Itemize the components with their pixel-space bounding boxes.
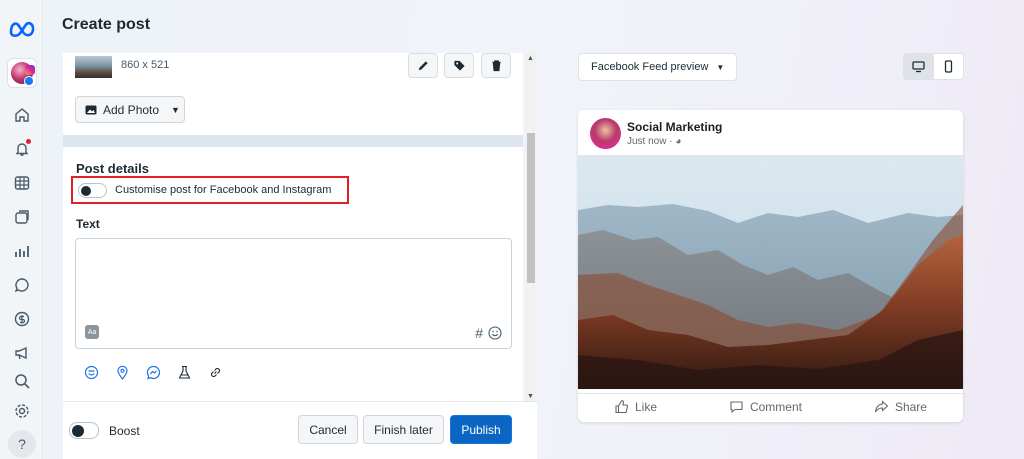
- thumbs-up-icon: [615, 400, 629, 414]
- ads-megaphone-icon[interactable]: [12, 343, 32, 363]
- monetization-dollar-icon[interactable]: [12, 309, 32, 329]
- post-editor: 860 x 521 Add Photo ▼ Post details Custo…: [63, 53, 537, 459]
- inbox-chat-icon[interactable]: [12, 275, 32, 295]
- share-button[interactable]: Share: [874, 399, 927, 414]
- trash-icon: [491, 60, 501, 72]
- toggle-knob: [72, 425, 84, 437]
- location-pin-icon[interactable]: [114, 364, 131, 381]
- device-toggle: [903, 53, 964, 80]
- settings-gear-icon[interactable]: [12, 401, 32, 421]
- media-card: 860 x 521 Add Photo ▼: [63, 53, 523, 135]
- post-tools: [83, 364, 224, 381]
- post-actions-bar: Like Comment Share: [578, 393, 963, 419]
- messenger-icon[interactable]: [145, 364, 162, 381]
- add-photo-button[interactable]: Add Photo ▼: [75, 96, 185, 123]
- feeling-icon[interactable]: [83, 364, 100, 381]
- caret-down-icon: ▼: [171, 104, 180, 115]
- scroll-up-icon[interactable]: ▲: [527, 55, 534, 62]
- publish-button[interactable]: Publish: [450, 415, 512, 444]
- notification-dot: [26, 139, 31, 144]
- publish-label: Publish: [461, 422, 501, 437]
- post-time-label: Just now ·: [627, 136, 676, 147]
- share-label: Share: [894, 399, 927, 414]
- customise-post-toggle-row[interactable]: Customise post for Facebook and Instagra…: [71, 176, 349, 204]
- page-name: Social Marketing: [627, 120, 723, 134]
- share-arrow-icon: [874, 400, 889, 413]
- planner-grid-icon[interactable]: [12, 173, 32, 193]
- help-label: ?: [18, 436, 26, 452]
- desktop-view-button[interactable]: [904, 54, 934, 79]
- cancel-button[interactable]: Cancel: [298, 415, 358, 444]
- mobile-view-button[interactable]: [934, 54, 964, 79]
- search-icon[interactable]: [12, 371, 32, 391]
- editor-footer: Boost Cancel Finish later Publish: [63, 401, 537, 459]
- toggle-knob: [81, 185, 91, 196]
- boost-toggle[interactable]: [69, 422, 99, 439]
- like-button[interactable]: Like: [614, 399, 657, 414]
- media-thumbnail: [75, 56, 112, 78]
- tag-media-button[interactable]: [444, 53, 474, 78]
- facebook-feed-preview-card: Social Marketing Just now · ◕ Like Comme…: [578, 110, 963, 422]
- finish-later-label: Finish later: [374, 422, 433, 437]
- customise-label: Customise post for Facebook and Instagra…: [115, 184, 332, 196]
- post-image: [578, 155, 963, 389]
- text-format-icon[interactable]: Aa: [85, 325, 99, 339]
- scrollbar-thumb[interactable]: [527, 133, 535, 283]
- lab-flask-icon[interactable]: [176, 364, 193, 381]
- photo-icon: [85, 105, 97, 114]
- globe-icon: ◕: [675, 136, 682, 147]
- left-nav: ?: [0, 0, 43, 459]
- mobile-icon: [944, 60, 952, 73]
- boost-label: Boost: [109, 423, 140, 438]
- tag-icon: [453, 60, 465, 71]
- desktop-icon: [912, 61, 925, 73]
- delete-media-button[interactable]: [481, 53, 511, 78]
- home-icon[interactable]: [12, 105, 32, 125]
- preview-select-label: Facebook Feed preview: [591, 61, 709, 73]
- post-details-card: Post details Customise post for Facebook…: [63, 147, 523, 401]
- comment-icon: [730, 401, 743, 414]
- text-format-label: Aa: [87, 328, 97, 336]
- text-label: Text: [76, 217, 100, 231]
- post-details-title: Post details: [76, 161, 149, 176]
- emoji-icon[interactable]: [488, 326, 502, 340]
- like-label: Like: [634, 399, 657, 414]
- edit-media-button[interactable]: [408, 53, 438, 78]
- customise-toggle[interactable]: [78, 182, 107, 198]
- facebook-badge-icon: [24, 76, 34, 86]
- insights-bar-chart-icon[interactable]: [12, 241, 32, 261]
- pencil-icon: [418, 61, 428, 71]
- account-avatar[interactable]: [7, 58, 37, 88]
- editor-scrollbar[interactable]: ▲ ▼: [525, 53, 537, 403]
- caret-down-icon: ▼: [716, 62, 725, 72]
- hashtag-icon[interactable]: #: [475, 325, 483, 341]
- comment-button[interactable]: Comment: [729, 399, 802, 414]
- page-title: Create post: [62, 16, 151, 33]
- finish-later-button[interactable]: Finish later: [363, 415, 444, 444]
- media-dimensions: 860 x 521: [121, 59, 170, 71]
- help-button[interactable]: ?: [8, 430, 36, 458]
- add-photo-label: Add Photo: [103, 102, 160, 117]
- post-timestamp: Just now · ◕: [627, 136, 681, 147]
- page-avatar: [590, 118, 621, 149]
- comment-label: Comment: [749, 399, 802, 414]
- notifications-bell-icon[interactable]: [12, 139, 32, 159]
- scroll-down-icon[interactable]: ▼: [527, 393, 534, 400]
- content-stack-icon[interactable]: [12, 207, 32, 227]
- section-divider: [63, 135, 523, 147]
- instagram-badge-icon: [25, 65, 35, 75]
- hashtag-label: #: [475, 325, 483, 341]
- link-icon[interactable]: [207, 364, 224, 381]
- boost-toggle-row[interactable]: Boost: [69, 422, 140, 439]
- cancel-label: Cancel: [309, 422, 347, 437]
- preview-placement-select[interactable]: Facebook Feed preview ▼: [578, 53, 737, 81]
- meta-logo-icon[interactable]: [8, 18, 36, 38]
- post-text-input[interactable]: Aa #: [75, 238, 512, 349]
